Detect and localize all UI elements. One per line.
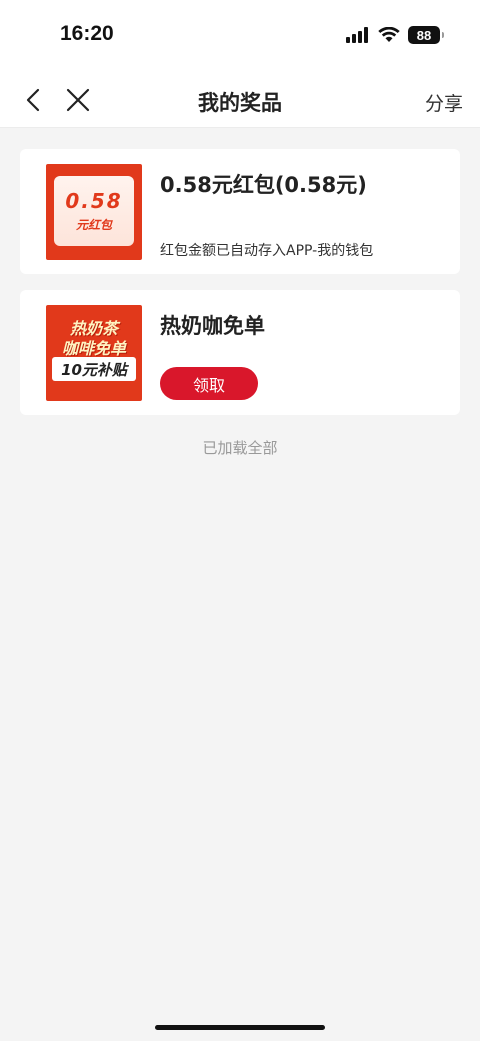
status-time: 16:20 xyxy=(60,22,114,45)
prize-card-coffee: 热奶茶 咖啡免单 10元补贴 热奶咖免单 领取 xyxy=(20,290,460,415)
wifi-icon xyxy=(378,27,400,42)
thumbnail-amount: 0.58 xyxy=(65,188,123,213)
coffee-thumbnail: 热奶茶 咖啡免单 10元补贴 xyxy=(46,305,142,401)
red-packet-thumbnail-inner: 0.58 元红包 xyxy=(54,176,134,246)
thumbnail-line-3: 10元补贴 xyxy=(52,357,136,381)
prize-title: 0.58元红包(0.58元) xyxy=(160,173,367,197)
thumbnail-unit: 元红包 xyxy=(75,217,112,232)
battery-icon: 88 xyxy=(408,26,444,44)
page-title: 我的奖品 xyxy=(198,91,282,115)
home-indicator xyxy=(155,1025,325,1030)
status-bar: 16:20 88 xyxy=(0,0,480,72)
prize-title: 热奶咖免单 xyxy=(160,314,265,338)
status-icons: 88 xyxy=(346,24,444,46)
prize-card-red-packet: 0.58 元红包 0.58元红包(0.58元) 红包金额已自动存入APP-我的钱… xyxy=(20,149,460,274)
claim-button[interactable]: 领取 xyxy=(160,367,258,400)
red-packet-thumbnail: 0.58 元红包 xyxy=(46,164,142,260)
signal-icon xyxy=(346,27,368,43)
battery-level: 88 xyxy=(416,27,432,43)
share-button[interactable]: 分享 xyxy=(425,89,463,116)
prize-description: 红包金额已自动存入APP-我的钱包 xyxy=(160,243,374,259)
load-all-text: 已加载全部 xyxy=(202,439,278,457)
nav-bar: 我的奖品 分享 xyxy=(0,72,480,128)
thumbnail-line-2: 咖啡免单 xyxy=(61,339,126,358)
